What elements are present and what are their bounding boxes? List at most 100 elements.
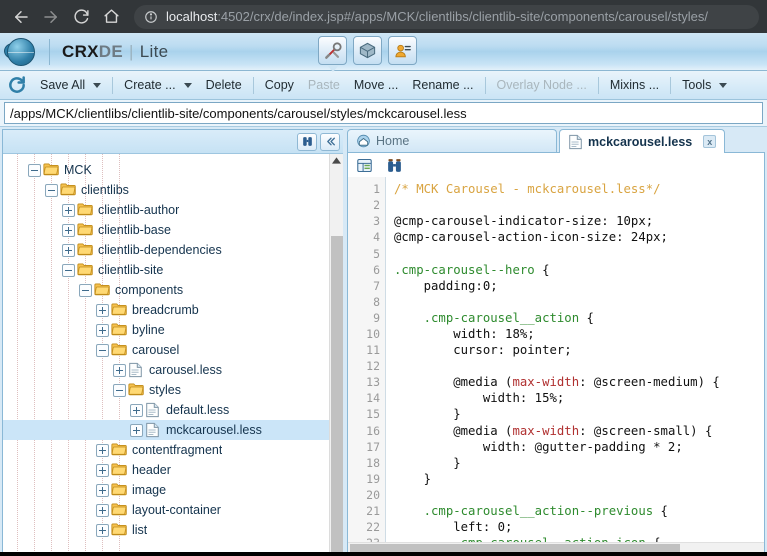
package-manager-icon[interactable] — [353, 36, 382, 65]
code-token-prop — [394, 504, 424, 518]
title-sep: | — [129, 41, 134, 61]
tree-node-clientlibs[interactable]: clientlibs — [3, 180, 329, 200]
toolbar-item-create[interactable]: Create ... — [117, 75, 198, 95]
tree-node-clientlib-author[interactable]: clientlib-author — [3, 200, 329, 220]
url-rest: :4502/crx/de/index.jsp#/apps/MCK/clientl… — [217, 9, 708, 24]
forward-arrow-icon[interactable] — [38, 4, 64, 30]
folder-icon — [111, 342, 129, 358]
tree-scrollbar-thumb[interactable] — [331, 236, 343, 555]
toolbar-item-move[interactable]: Move ... — [347, 75, 405, 95]
expand-node-icon[interactable] — [96, 523, 109, 537]
toolbar-item-label: Create ... — [124, 78, 176, 92]
expand-node-icon[interactable] — [96, 463, 109, 477]
folder-icon — [94, 282, 112, 298]
home-icon[interactable] — [98, 4, 124, 30]
tab-home[interactable]: Home — [347, 129, 557, 152]
tree-node-header[interactable]: header — [3, 460, 329, 480]
chevron-down-icon[interactable] — [183, 82, 192, 88]
chevron-down-icon[interactable] — [719, 82, 728, 88]
toolbar-item-save-all[interactable]: Save All — [33, 75, 108, 95]
url-text: localhost:4502/crx/de/index.jsp#/apps/MC… — [166, 9, 708, 24]
expand-node-icon[interactable] — [130, 423, 143, 437]
collapse-node-icon[interactable] — [96, 343, 109, 357]
code-editor[interactable]: 1234567891011121314151617181920212223242… — [347, 177, 765, 556]
tree-node-label: components — [115, 283, 184, 297]
code-token-mq: max-width — [512, 423, 580, 438]
collapse-node-icon[interactable] — [62, 263, 75, 277]
home-tab-icon — [356, 134, 371, 148]
tree-node-styles[interactable]: styles — [3, 380, 329, 400]
collapse-panel-icon[interactable] — [320, 132, 340, 151]
tree-node-default-less[interactable]: default.less — [3, 400, 329, 420]
expand-node-icon[interactable] — [62, 243, 75, 257]
find-replace-icon[interactable] — [384, 155, 404, 175]
expand-node-icon[interactable] — [96, 443, 109, 457]
close-icon[interactable]: x — [703, 135, 717, 148]
tree-node-components[interactable]: components — [3, 280, 329, 300]
line-number: 8 — [373, 294, 380, 309]
toolbar-item-copy[interactable]: Copy — [258, 75, 301, 95]
expand-node-icon[interactable] — [96, 483, 109, 497]
tree-node-image[interactable]: image — [3, 480, 329, 500]
folder-icon — [111, 462, 129, 478]
expand-node-icon[interactable] — [96, 323, 109, 337]
toolbar-item-label: Save All — [40, 78, 86, 92]
tree-vertical-scrollbar[interactable] — [329, 154, 343, 555]
tab-mckcarousel-less[interactable]: mckcarousel.less x — [559, 129, 726, 153]
file-icon — [145, 402, 163, 418]
toolbar-item-label: Overlay Node ... — [496, 78, 587, 92]
tree-node-carousel[interactable]: carousel — [3, 340, 329, 360]
scroll-up-arrow-icon[interactable] — [330, 154, 343, 167]
collapse-node-icon[interactable] — [45, 183, 58, 197]
expand-node-icon[interactable] — [96, 503, 109, 517]
expand-node-icon[interactable] — [130, 403, 143, 417]
tree-node-layout-container[interactable]: layout-container — [3, 500, 329, 520]
tree-node-mckcarousel-less[interactable]: mckcarousel.less — [3, 420, 329, 440]
find-node-icon[interactable] — [297, 132, 317, 151]
collapse-node-icon[interactable] — [113, 383, 126, 397]
tree-node-breadcrumb[interactable]: breadcrumb — [3, 300, 329, 320]
tree-node-carousel-less[interactable]: carousel.less — [3, 360, 329, 380]
code-line: .cmp-carousel--hero { — [394, 262, 764, 278]
tools-wrench-icon[interactable] — [318, 36, 347, 72]
tree-node-label: clientlibs — [81, 183, 129, 197]
chevron-down-icon[interactable] — [93, 82, 102, 88]
back-arrow-icon[interactable] — [8, 4, 34, 30]
tree-node-mck[interactable]: MCK — [3, 160, 329, 180]
expand-node-icon[interactable] — [62, 223, 75, 237]
tree-node-clientlib-dependencies[interactable]: clientlib-dependencies — [3, 240, 329, 260]
code-token-num: 10px; — [616, 214, 654, 229]
toolbar-item-tools-menu[interactable]: Tools — [675, 75, 734, 95]
toolbar-item-label: Copy — [264, 78, 294, 92]
users-admin-icon[interactable] — [388, 36, 417, 65]
page-info-icon[interactable] — [144, 10, 158, 24]
code-text[interactable]: /* MCK Carousel - mckcarousel.less*/ @cm… — [386, 177, 764, 555]
file-icon — [128, 362, 146, 378]
refresh-icon[interactable] — [7, 75, 27, 95]
path-input[interactable] — [4, 102, 763, 124]
reload-icon[interactable] — [68, 4, 94, 30]
expand-node-icon[interactable] — [113, 363, 126, 377]
tree-node-contentfragment[interactable]: contentfragment — [3, 440, 329, 460]
collapse-node-icon[interactable] — [79, 283, 92, 297]
code-token-prop: } — [394, 455, 461, 470]
tree-panel-header — [3, 130, 343, 154]
expand-node-icon[interactable] — [62, 203, 75, 217]
tree-node-clientlib-base[interactable]: clientlib-base — [3, 220, 329, 240]
address-bar[interactable]: localhost:4502/crx/de/index.jsp#/apps/MC… — [134, 4, 759, 29]
toolbar-item-mixins[interactable]: Mixins ... — [603, 75, 666, 95]
toolbar-item-rename[interactable]: Rename ... — [405, 75, 480, 95]
tree-node-list[interactable]: list — [3, 520, 329, 540]
line-number: 15 — [366, 407, 380, 422]
tree-node-clientlib-site[interactable]: clientlib-site — [3, 260, 329, 280]
title-lite: Lite — [139, 41, 169, 61]
tree-node-byline[interactable]: byline — [3, 320, 329, 340]
toolbar-item-delete[interactable]: Delete — [199, 75, 249, 95]
node-properties-icon[interactable] — [354, 155, 374, 175]
expand-node-icon[interactable] — [96, 303, 109, 317]
collapse-node-icon[interactable] — [28, 163, 41, 177]
